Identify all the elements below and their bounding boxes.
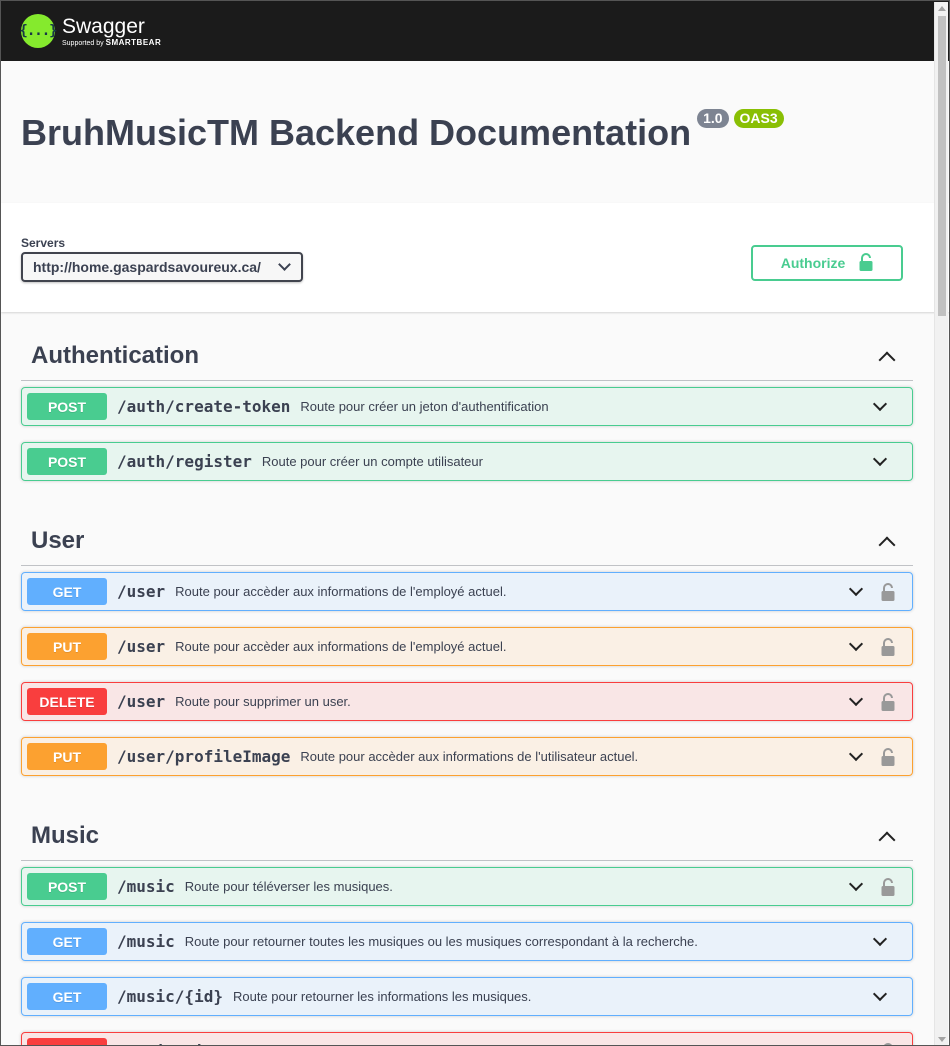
operation-summary: Route pour accèder aux informations de l…	[175, 584, 507, 599]
logo-sub-prefix: Supported by	[62, 39, 104, 47]
operation-path: /user	[117, 637, 166, 656]
chevron-down-icon[interactable]	[872, 396, 888, 411]
operation-summary: Route pour accèder aux informations de l…	[300, 749, 639, 764]
tag-title: Authentication	[31, 342, 199, 369]
lock-icon[interactable]	[881, 877, 895, 896]
logo-text: Swagger Supported by SMARTBEAR	[62, 16, 161, 47]
method-badge: DELETE	[27, 688, 107, 715]
operation-path: /music/{id}	[117, 1042, 223, 1045]
chevron-down-icon[interactable]	[872, 931, 888, 946]
tag-header[interactable]: User	[21, 497, 913, 566]
lock-icon[interactable]	[881, 692, 895, 711]
operation-row[interactable]: GET/music/{id} Route pour retourner les i…	[21, 977, 913, 1016]
operation-path: /user/profileImage	[117, 747, 291, 766]
operation-row[interactable]: PUT/user Route pour accèder aux informati…	[21, 627, 913, 666]
operation-row[interactable]: DELETE/music/{id}Route pour supprimer un…	[21, 1032, 913, 1045]
operation-row[interactable]: PUT/user/profileImage Route pour accèder …	[21, 737, 913, 776]
chevron-down-icon[interactable]	[848, 1041, 864, 1045]
swagger-logo-icon: {...}	[19, 14, 58, 48]
method-badge: GET	[27, 578, 107, 605]
servers-selected-value: http://home.gaspardsavoureux.ca/	[33, 259, 261, 275]
operation-row[interactable]: GET/user Route pour accèder aux informati…	[21, 572, 913, 611]
chevron-down-icon[interactable]	[848, 691, 864, 706]
method-badge: GET	[27, 928, 107, 955]
operation-row[interactable]: DELETE/user Route pour supprimer un user.	[21, 682, 913, 721]
operation-summary: Route pour supprimer un user.	[175, 694, 351, 709]
operation-path: /auth/register	[117, 452, 252, 471]
lock-icon[interactable]	[881, 747, 895, 766]
chevron-down-icon[interactable]	[872, 451, 888, 466]
swagger-window: {...} Swagger Supported by SMARTBEAR Bru…	[0, 0, 950, 1046]
oas-badge: OAS3	[733, 109, 784, 128]
swagger-logo[interactable]: {...} Swagger Supported by SMARTBEAR	[19, 14, 161, 48]
method-badge: PUT	[27, 633, 107, 660]
info-section: BruhMusicTM Backend Documentation 1.0 OA…	[1, 61, 949, 203]
method-badge: PUT	[27, 743, 107, 770]
scheme-container: Servers http://home.gaspardsavoureux.ca/…	[1, 203, 949, 312]
logo-title: Swagger	[62, 14, 145, 38]
version-badge: 1.0	[697, 109, 729, 128]
operation-row[interactable]: GET/music Route pour retourner toutes les…	[21, 922, 913, 961]
method-badge: POST	[27, 873, 107, 900]
scroll-down-arrow-icon[interactable]	[938, 1037, 946, 1042]
method-badge: GET	[27, 983, 107, 1010]
tag-title: User	[31, 527, 85, 554]
operation-summary: Route pour créer un jeton d'authentifica…	[300, 399, 549, 414]
page-title: BruhMusicTM Backend Documentation	[21, 112, 692, 153]
chevron-up-icon[interactable]	[878, 351, 896, 369]
operation-row[interactable]: POST/auth/create-token Route pour créer u…	[21, 387, 913, 426]
tag-section-music: Music POST/music Route pour téléverser les…	[21, 792, 913, 1045]
scrollbar[interactable]	[934, 2, 948, 1045]
scroll-up-arrow-icon[interactable]	[938, 6, 946, 11]
title-row: BruhMusicTM Backend Documentation 1.0 OA…	[21, 109, 929, 155]
method-badge: DELETE	[27, 1038, 107, 1045]
chevron-down-icon[interactable]	[848, 581, 864, 596]
tag-header[interactable]: Authentication	[21, 312, 913, 381]
chevron-down-icon[interactable]	[848, 636, 864, 651]
operation-path: /user	[117, 582, 166, 601]
tag-title: Music	[31, 822, 100, 849]
operation-summary: Route pour créer un compte utilisateur	[261, 454, 483, 469]
operation-path: /user	[117, 692, 166, 711]
logo-subtitle: Supported by SMARTBEAR	[62, 37, 162, 47]
scroll-thumb[interactable]	[938, 16, 946, 316]
operation-row[interactable]: POST/auth/register Route pour créer un co…	[21, 442, 913, 481]
tag-section-authentication: Authentication POST/auth/create-token Rout…	[21, 312, 913, 481]
topbar: {...} Swagger Supported by SMARTBEAR	[1, 1, 949, 61]
logo-sub-brand: SMARTBEAR	[105, 37, 162, 47]
chevron-down-icon[interactable]	[848, 746, 864, 761]
operation-path: /music	[117, 877, 175, 896]
chevron-up-icon[interactable]	[878, 536, 896, 554]
tag-section-user: User GET/user Route pour accèder aux infor…	[21, 497, 913, 776]
authorize-label: Authorize	[780, 255, 846, 271]
operation-summary: Route pour téléverser les musiques.	[184, 879, 393, 894]
operation-path: /music	[117, 932, 175, 951]
method-badge: POST	[27, 448, 107, 475]
chevron-down-icon	[278, 258, 291, 271]
method-badge: POST	[27, 393, 107, 420]
tag-header[interactable]: Music	[21, 792, 913, 861]
unlock-icon	[859, 252, 873, 274]
servers-select[interactable]: http://home.gaspardsavoureux.ca/	[21, 252, 303, 282]
operation-row[interactable]: POST/music Route pour téléverser les musi…	[21, 867, 913, 906]
chevron-up-icon[interactable]	[878, 831, 896, 849]
operations-content: Authentication POST/auth/create-token Rout…	[1, 312, 949, 1045]
operation-summary: Route pour retourner les informations le…	[232, 989, 532, 1004]
chevron-down-icon[interactable]	[848, 876, 864, 891]
operation-summary: Route pour retourner toutes les musiques…	[184, 934, 698, 949]
lock-icon[interactable]	[881, 582, 895, 601]
lock-icon[interactable]	[881, 637, 895, 656]
operation-path: /music/{id}	[117, 987, 223, 1006]
chevron-down-icon[interactable]	[872, 986, 888, 1001]
operation-path: /auth/create-token	[117, 397, 291, 416]
operation-summary: Route pour accèder aux informations de l…	[175, 639, 507, 654]
lock-icon[interactable]	[881, 1042, 895, 1045]
authorize-button[interactable]: Authorize	[751, 245, 903, 281]
